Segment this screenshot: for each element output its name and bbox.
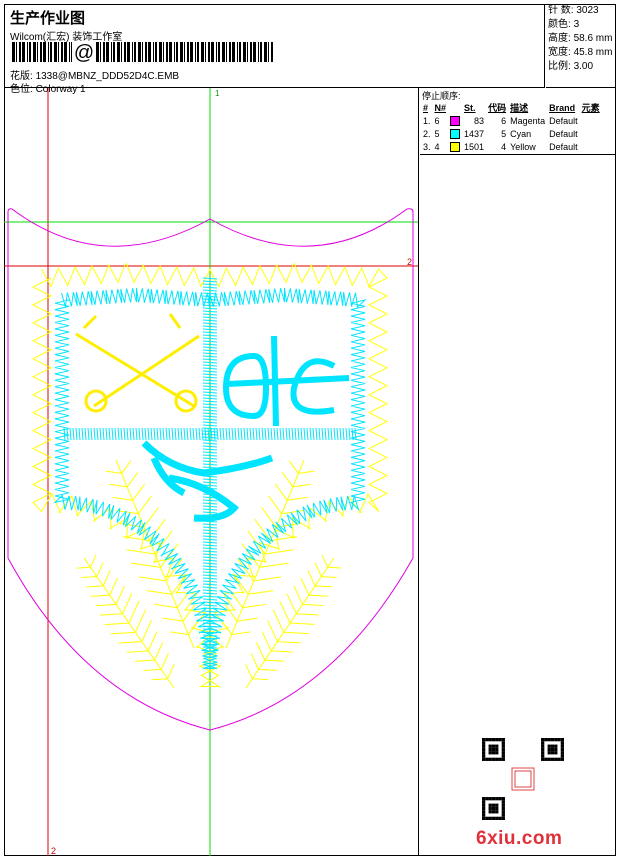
stop-table-header: # N# St. 代码 描述 Brand 元素 — [421, 101, 602, 114]
color-swatch — [450, 115, 461, 126]
stat-stitches: 针 数: 3023 — [548, 5, 599, 16]
guide-marker-top: 1 — [215, 89, 220, 98]
col-brand: Brand — [549, 102, 576, 113]
col-index: # — [423, 102, 429, 113]
table-row: 2. 5 1437 5 Cyan Default — [423, 128, 578, 139]
company-name: Wilcom(汇宏) 装饰工作室 — [10, 32, 123, 43]
cyan-monogram — [222, 335, 350, 427]
header-panel: 生产作业图 Wilcom(汇宏) 装饰工作室 @ 花版: 1338@MBNZ_D… — [4, 4, 545, 95]
stats-panel: 针 数: 3023 颜色: 3 高度: 58.6 mm 宽度: 45.8 mm … — [546, 4, 616, 88]
guide-marker-bottom: 2 — [51, 846, 56, 856]
col-swatch — [448, 101, 462, 114]
guide-marker-right: 2 — [407, 257, 412, 267]
stop-sequence-table: # N# St. 代码 描述 Brand 元素 1. 6 83 6 Magent… — [421, 101, 602, 153]
table-row: 3. 4 1501 4 Yellow Default — [423, 141, 578, 152]
barcode: @ — [12, 42, 273, 62]
embroidery-design: 1 2 2 — [4, 88, 418, 856]
qr-code — [482, 738, 564, 820]
col-stitches: St. — [464, 102, 476, 113]
col-code: 代码 — [488, 103, 507, 113]
page-title: 生产作业图 — [10, 10, 86, 27]
yellow-crossed-keys — [75, 313, 200, 413]
stop-sequence-panel: 停止顺序: # N# St. 代码 描述 Brand 元素 1. 6 83 6 … — [420, 88, 616, 155]
stat-width: 宽度: 45.8 mm — [548, 47, 613, 58]
table-row: 1. 6 83 6 Magenta Default — [423, 115, 578, 126]
stat-colors: 颜色: 3 — [548, 19, 580, 30]
col-element: 元素 — [581, 103, 600, 113]
col-needle: N# — [434, 102, 447, 113]
barcode-bars — [12, 42, 273, 62]
watermark-logo: 6xiu.com — [476, 828, 563, 849]
stat-height: 高度: 58.6 mm — [548, 33, 613, 44]
col-desc: 描述 — [510, 103, 529, 113]
design-canvas: 1 2 2 — [4, 88, 419, 856]
color-swatch — [450, 128, 461, 139]
color-swatch — [450, 141, 461, 152]
barcode-symbol: @ — [74, 42, 94, 62]
cyan-bird — [141, 440, 274, 522]
stat-scale: 比例: 3.00 — [548, 61, 594, 72]
